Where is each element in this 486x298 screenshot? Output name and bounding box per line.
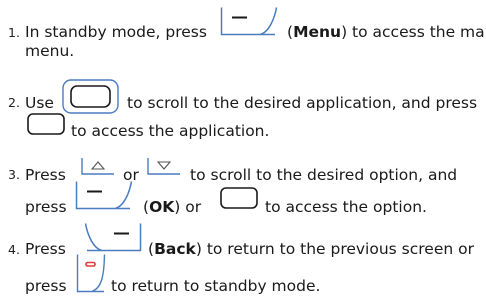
- step-text: Use: [25, 94, 54, 112]
- step-text: (Menu) to access the main: [287, 23, 486, 41]
- step-text: press: [25, 277, 67, 295]
- back-label: Back: [154, 240, 196, 258]
- step-text: (OK) or: [143, 198, 202, 216]
- step-text: In standby mode, press: [25, 23, 207, 41]
- down-key-icon: [147, 157, 181, 175]
- step-text: to access the application.: [71, 122, 270, 140]
- step-number: 3.: [8, 167, 20, 182]
- end-key-icon: [76, 253, 106, 293]
- step-text: press: [25, 198, 67, 216]
- right-soft-key-icon: [84, 222, 142, 252]
- left-soft-key-icon: [75, 180, 133, 210]
- step-number: 4.: [8, 242, 20, 257]
- up-key-icon: [81, 157, 115, 175]
- confirm-key-icon: [220, 187, 258, 209]
- step-text: to access the option.: [265, 198, 427, 216]
- step-text: Press: [25, 166, 66, 184]
- step-text: menu.: [25, 42, 75, 60]
- ok-label: OK: [149, 198, 175, 216]
- step-number: 2.: [8, 95, 20, 110]
- step-text: to scroll to the desired option, and: [190, 166, 458, 184]
- step-text: to return to standby mode.: [111, 277, 321, 295]
- step-text: (Back) to return to the previous screen …: [148, 240, 474, 258]
- step-text: Press: [25, 240, 66, 258]
- step-text: to scroll to the desired application, an…: [127, 94, 478, 112]
- confirm-key-icon: [27, 113, 65, 135]
- left-soft-key-icon: [220, 6, 278, 36]
- instructions-document: 1. In standby mode, press (Menu) to acce…: [0, 0, 486, 298]
- menu-label: Menu: [293, 23, 342, 41]
- step-number: 1.: [8, 25, 20, 40]
- navigation-key-icon: [62, 79, 119, 114]
